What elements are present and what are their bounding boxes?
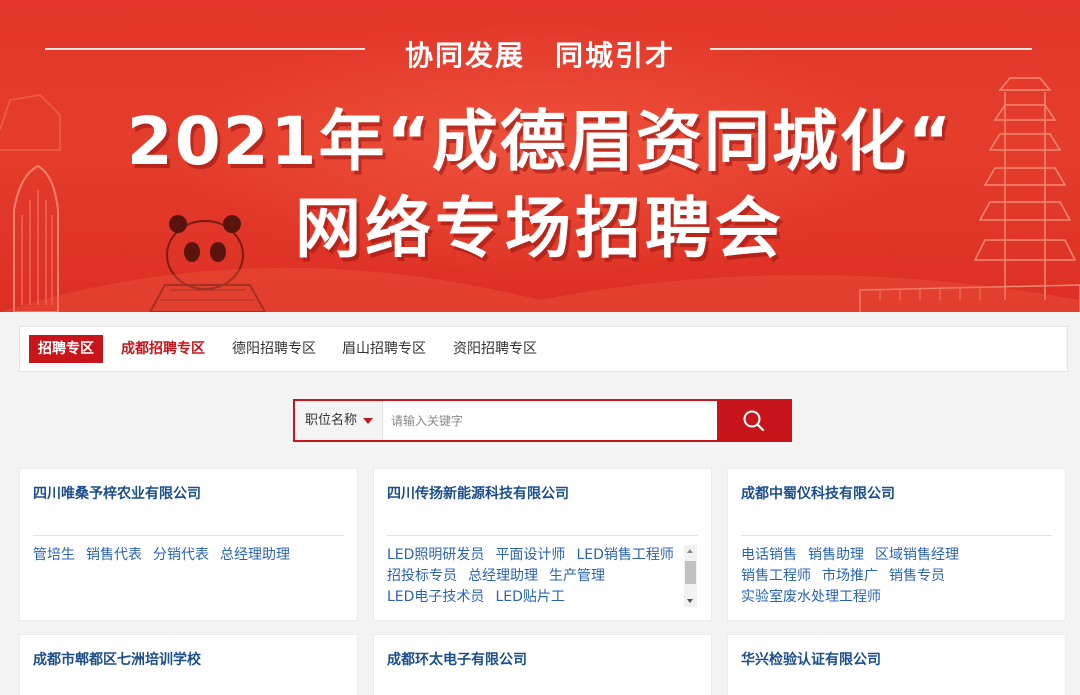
- search-input[interactable]: [391, 401, 711, 440]
- company-name[interactable]: 四川传扬新能源科技有限公司: [387, 483, 569, 503]
- company-card: 成都中蜀仪科技有限公司 电话销售 销售助理 区域销售经理销售工程师 市场推广 销售专员实…: [727, 468, 1066, 621]
- job-link[interactable]: 总经理助理: [220, 545, 290, 566]
- slogan-divider-right: [710, 48, 1032, 50]
- job-link[interactable]: 电话销售: [741, 545, 797, 566]
- job-link[interactable]: 招投标专员: [387, 566, 457, 587]
- job-list: LED照明研发员 平面设计师 LED销售工程师招投标专员 总经理助理 生产管理 LED电子…: [387, 545, 687, 608]
- company-name[interactable]: 成都环太电子有限公司: [387, 649, 527, 669]
- job-link[interactable]: 销售专员: [889, 566, 945, 587]
- tab-meishan[interactable]: 眉山招聘专区: [342, 335, 426, 363]
- job-list-scrollbar[interactable]: [684, 545, 697, 607]
- company-name[interactable]: 华兴检验认证有限公司: [741, 649, 881, 669]
- job-link[interactable]: 分销代表: [153, 545, 209, 566]
- company-card: 四川唯桑予梓农业有限公司 管培生 销售代表 分销代表 总经理助理: [19, 468, 358, 621]
- job-link[interactable]: LED照明研发员: [387, 545, 484, 566]
- job-link[interactable]: LED销售工程师: [576, 545, 673, 566]
- job-list: 电话销售 销售助理 区域销售经理销售工程师 市场推广 销售专员实验室废水处理工程师: [741, 545, 1041, 608]
- search-category-label: 职位名称: [305, 413, 358, 428]
- scroll-up-icon[interactable]: [687, 549, 693, 553]
- company-card: 四川传扬新能源科技有限公司 LED照明研发员 平面设计师 LED销售工程师招投标专员…: [373, 468, 712, 621]
- job-link[interactable]: 销售工程师: [741, 566, 811, 587]
- tab-chengdu[interactable]: 成都招聘专区: [121, 335, 205, 363]
- job-link[interactable]: 平面设计师: [495, 545, 565, 566]
- job-link[interactable]: 销售助理: [808, 545, 864, 566]
- job-link[interactable]: 销售代表: [86, 545, 142, 566]
- company-card: 成都市郫都区七洲培训学校: [19, 634, 358, 695]
- banner-title: 2021年“成德眉资同城化“: [126, 103, 954, 180]
- region-tabs: 招聘专区 成都招聘专区 德阳招聘专区 眉山招聘专区 资阳招聘专区: [19, 326, 1068, 372]
- job-list: 管培生 销售代表 分销代表 总经理助理: [33, 545, 333, 566]
- job-link[interactable]: 生产管理: [549, 566, 605, 587]
- scrollbar-thumb[interactable]: [685, 561, 696, 584]
- job-search-bar: 职位名称: [293, 399, 792, 442]
- hero-banner: 协同发展 同城引才 2021年“成德眉资同城化“ 网络专场招聘会: [0, 0, 1080, 312]
- company-card: 华兴检验认证有限公司: [727, 634, 1066, 695]
- job-link[interactable]: LED贴片工: [495, 587, 564, 608]
- tab-deyang[interactable]: 德阳招聘专区: [232, 335, 316, 363]
- slogan-divider-left: [45, 48, 365, 50]
- job-link[interactable]: 总经理助理: [468, 566, 538, 587]
- company-card: 成都环太电子有限公司: [373, 634, 712, 695]
- search-button[interactable]: [717, 401, 790, 440]
- caret-down-icon: [363, 418, 373, 424]
- banner-subtitle: 网络专场招聘会: [295, 190, 785, 267]
- job-link[interactable]: 市场推广: [822, 566, 878, 587]
- job-link[interactable]: 管培生: [33, 545, 75, 566]
- company-name[interactable]: 四川唯桑予梓农业有限公司: [33, 483, 201, 503]
- company-name[interactable]: 成都中蜀仪科技有限公司: [741, 483, 895, 503]
- search-icon: [743, 410, 765, 432]
- card-divider: [387, 535, 698, 536]
- job-link[interactable]: LED电子技术员: [387, 587, 484, 608]
- card-divider: [741, 535, 1052, 536]
- tabs-header: 招聘专区: [29, 335, 103, 363]
- card-divider: [33, 535, 344, 536]
- company-name[interactable]: 成都市郫都区七洲培训学校: [33, 649, 201, 669]
- job-link[interactable]: 区域销售经理: [875, 545, 959, 566]
- scroll-down-icon[interactable]: [687, 599, 693, 603]
- search-category-select[interactable]: 职位名称: [295, 401, 383, 440]
- tab-ziyang[interactable]: 资阳招聘专区: [453, 335, 537, 363]
- job-link[interactable]: 实验室废水处理工程师: [741, 587, 881, 608]
- banner-slogan: 协同发展 同城引才: [404, 39, 675, 72]
